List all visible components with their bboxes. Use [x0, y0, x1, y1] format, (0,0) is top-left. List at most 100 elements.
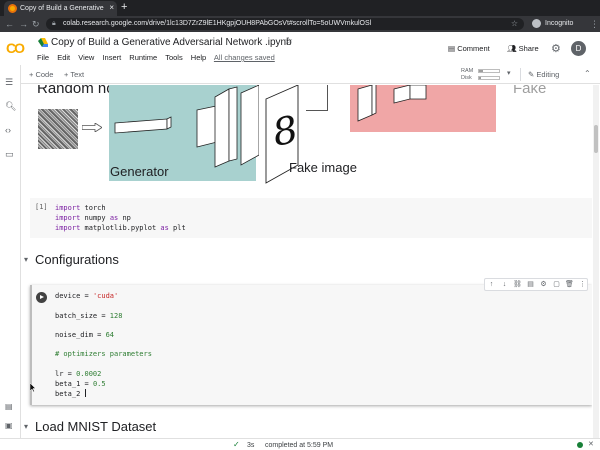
editing-mode-button[interactable]: ✎ Editing [528, 70, 559, 79]
connection-status-dot [577, 442, 583, 448]
command-palette-icon[interactable]: ▤ [5, 402, 13, 411]
comment-label: Comment [457, 44, 490, 53]
code-line[interactable]: batch_size = 128 [55, 311, 122, 321]
save-status[interactable]: All changes saved [214, 53, 275, 62]
comment-icon: ▤ [448, 44, 456, 53]
code-line[interactable]: beta_1 = 0.5 [55, 379, 106, 389]
fake-digit: 8 [273, 107, 297, 157]
delete-cell-icon[interactable]: 🗑 [563, 279, 576, 290]
ram-usage-bar[interactable] [478, 69, 500, 73]
generator-label: Generator [110, 164, 169, 179]
menu-insert[interactable]: Insert [102, 53, 121, 62]
search-icon[interactable]: 🔍︎ [5, 101, 16, 111]
disk-usage-bar[interactable] [478, 76, 500, 80]
incognito-label: Incognito [545, 20, 574, 27]
code-line[interactable]: noise_dim = 64 [55, 330, 114, 340]
mouse-cursor-icon [30, 383, 36, 392]
left-sidebar: ☰ 🔍︎ ‹› ▭ ▤ ▣ [0, 65, 21, 438]
code-line[interactable]: device = 'cuda' [55, 291, 118, 301]
menu-file[interactable]: File [37, 53, 49, 62]
ram-usage-fill [479, 70, 483, 72]
scrollbar-thumb[interactable] [594, 125, 598, 153]
menu-view[interactable]: View [78, 53, 94, 62]
execution-duration: 3s [247, 442, 255, 449]
status-bar: ✓ 3s completed at 5:59 PM ✕ [0, 438, 600, 450]
link-icon[interactable]: ⛓ [511, 279, 524, 290]
close-status-icon[interactable]: ✕ [588, 440, 594, 450]
fake-image-label: Fake image [289, 160, 357, 175]
code-snippets-icon[interactable]: ‹› [5, 125, 11, 135]
url-text[interactable]: colab.research.google.com/drive/1lc13D7Z… [63, 20, 371, 28]
add-code-button[interactable]: + Code [29, 70, 53, 79]
colab-header: CO Copy of Build a Generative Adversaria… [0, 32, 600, 65]
noise-image [38, 109, 78, 149]
browser-tab[interactable]: Copy of Build a Generative × [4, 1, 117, 16]
drive-icon[interactable] [38, 38, 48, 47]
address-bar[interactable]: 🔒︎ colab.research.google.com/drive/1lc13… [46, 18, 524, 30]
menu-edit[interactable]: Edit [57, 53, 70, 62]
menu-help[interactable]: Help [191, 53, 206, 62]
terminal-icon[interactable]: ▣ [5, 421, 13, 430]
share-button[interactable]: 👥︎ Share [507, 44, 539, 54]
browser-tab-strip: Copy of Build a Generative × + [0, 0, 600, 16]
notebook-scrollbar[interactable] [593, 85, 599, 438]
colab-favicon-icon [8, 4, 17, 13]
mirror-cell-icon[interactable]: ▢ [550, 279, 563, 290]
menu-tools[interactable]: Tools [165, 53, 183, 62]
menu-bar: File Edit View Insert Runtime Tools Help… [37, 53, 281, 62]
code-line[interactable]: lr = 0.0002 [55, 369, 101, 379]
cell-toolbar: ↑ ↓ ⛓ ▤ ⚙ ▢ 🗑 ⋮ [484, 278, 588, 291]
back-icon[interactable]: ← [5, 18, 14, 30]
code-line-active[interactable]: beta_2 [55, 389, 86, 399]
move-up-icon[interactable]: ↑ [485, 279, 498, 290]
more-options-icon[interactable]: ⋮ [576, 279, 589, 290]
colab-logo[interactable]: CO [6, 40, 25, 56]
code-line[interactable]: import numpy as np [55, 213, 131, 223]
add-text-button[interactable]: + Text [64, 70, 84, 79]
settings-gear-icon[interactable]: ⚙ [551, 43, 561, 55]
forward-icon[interactable]: → [19, 18, 28, 30]
new-tab-button[interactable]: + [121, 1, 127, 14]
code-line[interactable]: import matplotlib.pyplot as plt [55, 223, 186, 233]
arrow-icon [82, 123, 102, 132]
text-cursor [84, 389, 86, 397]
avatar[interactable]: D [571, 41, 586, 56]
reload-icon[interactable]: ↻ [32, 18, 40, 30]
share-icon: 👥︎ [507, 44, 517, 53]
star-icon[interactable]: ☆ [284, 36, 293, 48]
disk-label: Disk [461, 75, 472, 81]
incognito-icon [532, 19, 541, 28]
bookmark-star-icon[interactable]: ☆ [511, 19, 518, 29]
comment-cell-icon[interactable]: ▤ [524, 279, 537, 290]
notebook-toolbar: + Code + Text RAM Disk ▾ ✎ Editing ⌃ [0, 65, 600, 84]
collapse-section-icon[interactable]: ▾ [24, 255, 28, 265]
status-text[interactable]: completed at 5:59 PM [265, 441, 333, 450]
browser-address-row: ← → ↻ 🔒︎ colab.research.google.com/drive… [0, 16, 600, 32]
lock-icon: 🔒︎ [52, 20, 56, 27]
code-cell-imports[interactable]: [1] import torch import numpy as np impo… [30, 198, 592, 238]
code-line[interactable]: import torch [55, 203, 106, 213]
section-heading-mnist: Load MNIST Dataset [35, 419, 157, 434]
table-of-contents-icon[interactable]: ☰ [5, 77, 13, 87]
disk-usage-fill [479, 77, 481, 79]
ram-label: RAM [461, 68, 474, 74]
tab-close-icon[interactable]: × [109, 3, 114, 13]
share-label: Share [518, 44, 539, 53]
collapse-section-icon[interactable]: ▾ [24, 422, 28, 432]
code-cell-configurations[interactable]: ↑ ↓ ⛓ ▤ ⚙ ▢ 🗑 ⋮ device = 'cuda' batch_size = 12… [30, 278, 592, 405]
code-comment[interactable]: # optimizers parameters [55, 349, 152, 359]
cell-settings-icon[interactable]: ⚙ [537, 279, 550, 290]
discriminator-fake-label: Fake [513, 85, 547, 97]
browser-menu-icon[interactable]: ⋮ [590, 18, 599, 30]
move-down-icon[interactable]: ↓ [498, 279, 511, 290]
execution-count: [1] [35, 203, 48, 211]
connector-line [306, 85, 328, 111]
menu-runtime[interactable]: Runtime [129, 53, 157, 62]
comment-button[interactable]: ▤ Comment [448, 44, 490, 54]
collapse-header-icon[interactable]: ⌃ [584, 69, 591, 78]
notebook-title[interactable]: Copy of Build a Generative Adversarial N… [51, 37, 292, 49]
runtime-dropdown-icon[interactable]: ▾ [507, 69, 511, 78]
run-cell-button[interactable] [36, 292, 47, 303]
files-folder-icon[interactable]: ▭ [5, 149, 14, 159]
notebook-area: Random noise Generator 8 Fake image Fake… [22, 85, 592, 438]
